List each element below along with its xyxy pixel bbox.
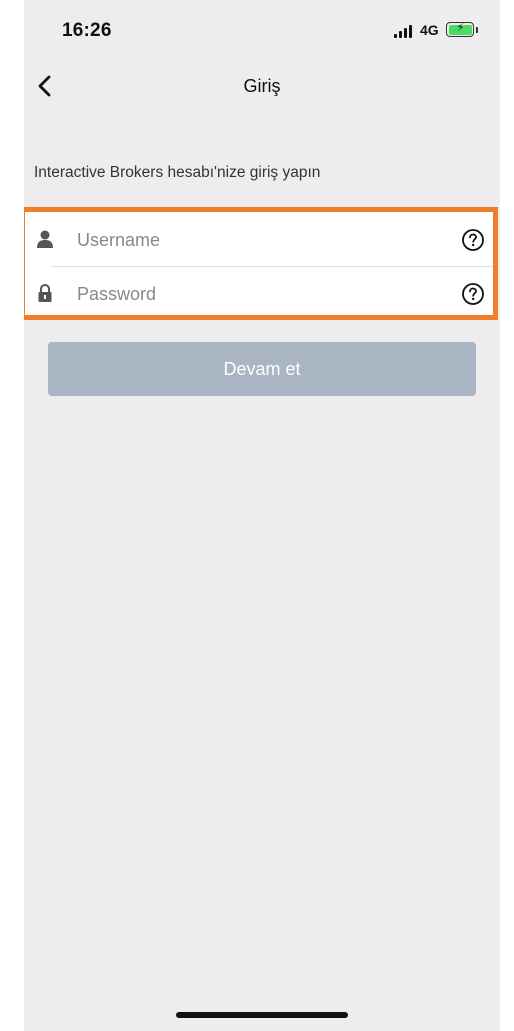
login-form	[24, 207, 498, 320]
user-icon	[37, 230, 53, 248]
field-divider	[51, 266, 493, 267]
battery-cap	[476, 27, 478, 33]
password-input[interactable]	[77, 280, 437, 308]
status-bar: 16:26 4G ⚡	[24, 0, 500, 62]
username-help-icon[interactable]	[461, 228, 485, 252]
nav-bar: Giriş	[24, 62, 500, 114]
page-title: Giriş	[243, 76, 281, 96]
battery-icon: ⚡	[446, 22, 474, 37]
network-type: 4G	[420, 22, 439, 38]
password-row	[25, 268, 493, 320]
username-input[interactable]	[77, 226, 437, 254]
signal-icon	[394, 24, 414, 38]
status-time: 16:26	[62, 20, 112, 41]
lock-icon	[38, 283, 52, 302]
phone-screen: 16:26 4G ⚡ Giriş Interactive Brokers hes…	[24, 0, 500, 1031]
login-intro-text: Interactive Brokers hesabı'nize giriş ya…	[34, 164, 321, 181]
continue-button[interactable]: Devam et	[48, 342, 476, 396]
password-help-icon[interactable]	[461, 282, 485, 306]
home-indicator[interactable]	[176, 1012, 348, 1018]
charging-icon: ⚡	[456, 21, 465, 34]
username-row	[25, 214, 493, 266]
